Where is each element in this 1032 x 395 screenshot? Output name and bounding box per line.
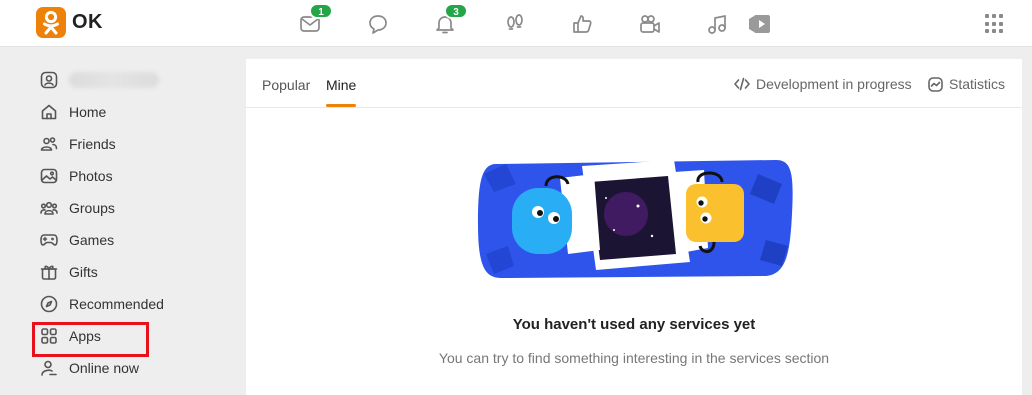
- music-icon[interactable]: [704, 11, 730, 37]
- online-icon: [40, 359, 58, 377]
- guests-icon[interactable]: [502, 11, 528, 37]
- empty-state-subtitle: You can try to find something interestin…: [438, 350, 830, 366]
- profile-icon: [40, 71, 58, 89]
- empty-state-illustration: [476, 154, 794, 289]
- sidebar-item-games[interactable]: Games: [28, 224, 228, 256]
- sidebar-item-label: Recommended: [69, 296, 164, 312]
- development-link[interactable]: Development in progress: [734, 76, 912, 92]
- sidebar-item-photos[interactable]: Photos: [28, 160, 228, 192]
- friends-icon: [40, 135, 58, 153]
- tab-mine[interactable]: Mine: [326, 77, 356, 93]
- sidebar-item-label: Games: [69, 232, 115, 248]
- notifications-badge: 3: [444, 3, 468, 19]
- sidebar-item-label: Home: [69, 104, 107, 120]
- profile-name-blurred: [69, 72, 159, 88]
- sidebar-item-label: Friends: [69, 136, 116, 152]
- video-icon[interactable]: [637, 11, 663, 37]
- sidebar-item-label: Online now: [69, 360, 140, 376]
- empty-state-title: You haven't used any services yet: [512, 316, 756, 333]
- statistics-link[interactable]: Statistics: [928, 76, 1005, 92]
- top-bar: OK 1 3: [0, 0, 1032, 47]
- tab-popular[interactable]: Popular: [262, 77, 310, 93]
- sidebar-item-profile[interactable]: [28, 64, 228, 96]
- home-icon: [40, 103, 58, 121]
- sidebar-item-groups[interactable]: Groups: [28, 192, 228, 224]
- recommended-icon: [40, 295, 58, 313]
- sidebar-item-online-now[interactable]: Online now: [28, 352, 228, 384]
- logo-text: OK: [72, 11, 103, 33]
- sidebar-item-apps[interactable]: Apps: [28, 320, 228, 357]
- logo[interactable]: OK: [36, 7, 103, 38]
- development-label: Development in progress: [756, 76, 912, 92]
- games-icon: [40, 231, 58, 249]
- events-icon[interactable]: [569, 11, 595, 37]
- play-icon[interactable]: [746, 11, 772, 37]
- sidebar-item-home[interactable]: Home: [28, 96, 228, 128]
- photos-icon: [40, 167, 58, 185]
- sidebar-item-recommended[interactable]: Recommended: [28, 288, 228, 320]
- statistics-label: Statistics: [949, 76, 1006, 92]
- main-panel: Popular Mine Development in progress Sta…: [246, 59, 1022, 395]
- sidebar-item-friends[interactable]: Friends: [28, 128, 228, 160]
- code-icon: [734, 77, 750, 91]
- groups-icon: [40, 199, 58, 217]
- gifts-icon: [40, 263, 58, 281]
- discussions-icon[interactable]: [365, 11, 391, 37]
- active-tab-indicator: [326, 104, 356, 107]
- notifications-icon[interactable]: 3: [432, 3, 468, 37]
- messages-badge: 1: [309, 3, 333, 19]
- apps-icon: [40, 327, 58, 345]
- sidebar-item-label: Photos: [69, 168, 113, 184]
- sidebar-item-gifts[interactable]: Gifts: [28, 256, 228, 288]
- statistics-icon: [928, 76, 943, 92]
- ok-logo-icon: [36, 7, 66, 38]
- tabs-bar: Popular Mine Development in progress Sta…: [246, 59, 1022, 108]
- sidebar: Home Friends Photos Groups Games Gifts R…: [28, 64, 228, 384]
- messages-icon[interactable]: 1: [297, 3, 333, 37]
- sidebar-item-label: Gifts: [69, 264, 98, 280]
- app-grid-icon[interactable]: [985, 14, 1005, 34]
- sidebar-item-label: Apps: [69, 328, 101, 344]
- sidebar-item-label: Groups: [69, 200, 115, 216]
